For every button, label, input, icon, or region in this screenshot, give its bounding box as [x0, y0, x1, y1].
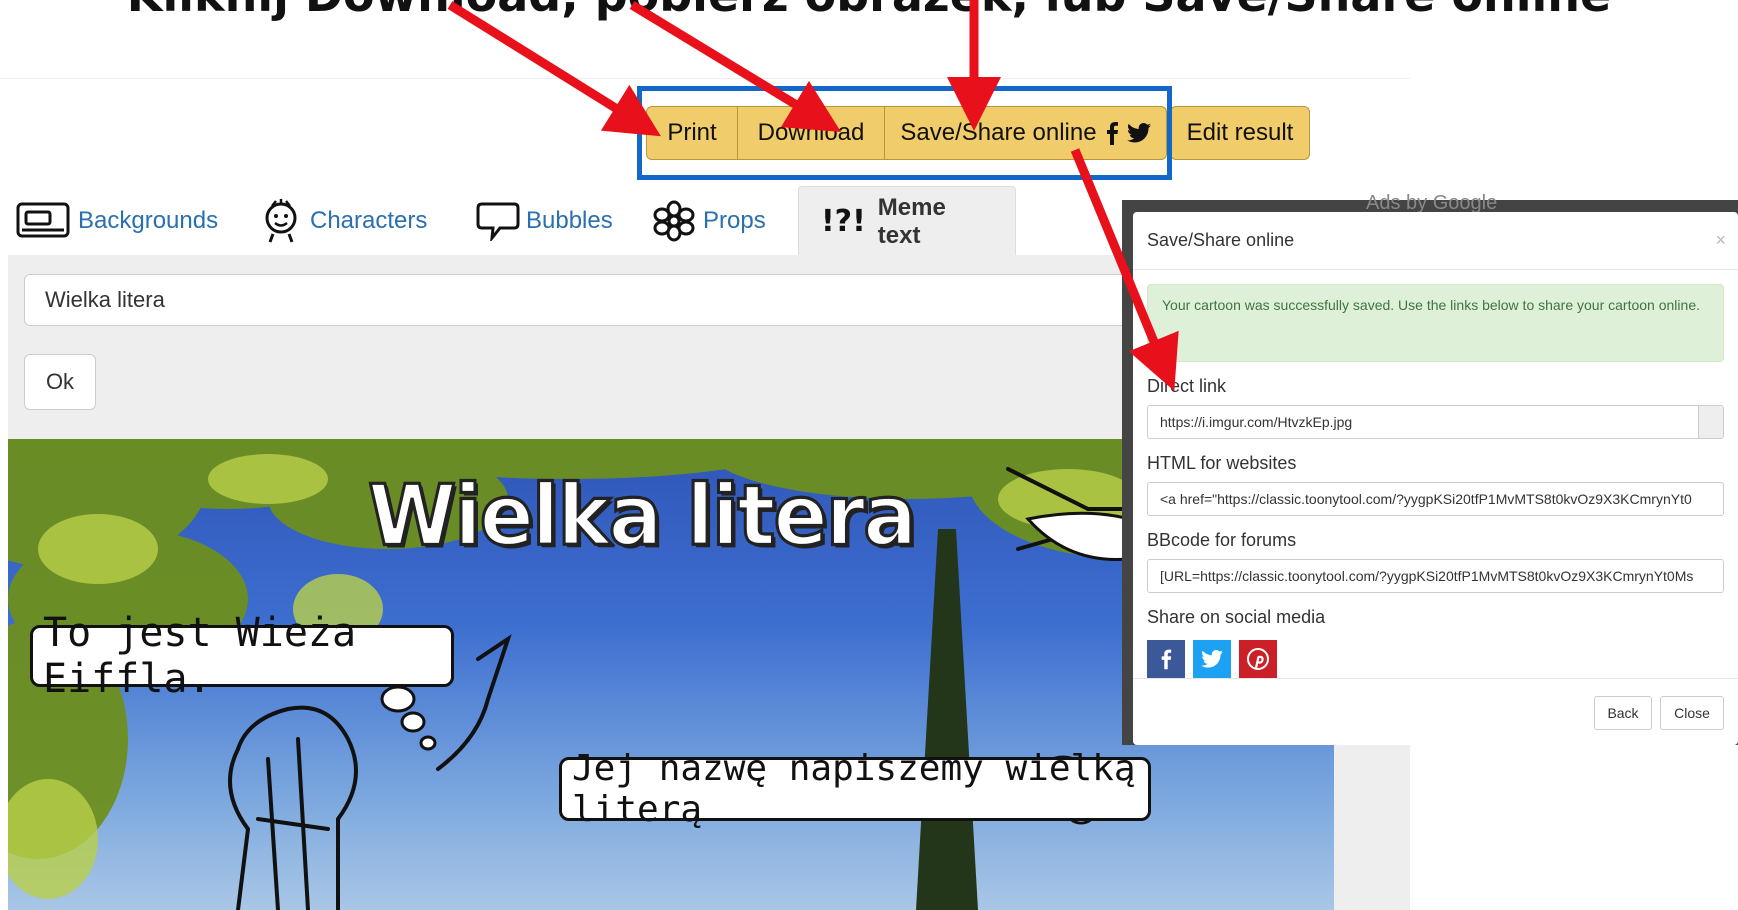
- instruction-caption: Kliknij Download, pobierz obrazek, lub S…: [0, 0, 1738, 22]
- facebook-icon: [1161, 649, 1172, 670]
- tab-label: Meme text: [877, 193, 946, 249]
- exclamation-icon: !?!: [821, 204, 866, 239]
- meme-title-text: Wielka litera: [366, 465, 918, 566]
- modal-header: Save/Share online ×: [1133, 212, 1738, 270]
- social-label: Share on social media: [1147, 607, 1326, 627]
- pinterest-icon: [1247, 648, 1269, 670]
- direct-link-label: Direct link: [1147, 376, 1227, 396]
- tab-meme-text[interactable]: !?! Meme text: [798, 186, 1016, 256]
- tab-backgrounds[interactable]: Backgrounds: [16, 186, 218, 256]
- close-button[interactable]: Close: [1660, 696, 1724, 730]
- background-icon: [16, 202, 72, 240]
- modal-footer: Back Close: [1133, 678, 1738, 745]
- tab-bubbles[interactable]: Bubbles: [476, 186, 613, 256]
- back-button[interactable]: Back: [1594, 696, 1652, 730]
- facebook-share-button[interactable]: [1147, 640, 1185, 678]
- tab-label: Characters: [310, 207, 428, 234]
- ok-button[interactable]: Ok: [24, 354, 96, 410]
- success-alert: Your cartoon was successfully saved. Use…: [1147, 284, 1724, 362]
- character-icon: [258, 198, 304, 244]
- direct-link-value: https://i.imgur.com/HtvzkEp.jpg: [1160, 414, 1353, 430]
- speech-bubble-2[interactable]: Jej nazwę napiszemy wielką literą: [559, 748, 1151, 830]
- modal-title: Save/Share online: [1147, 230, 1295, 250]
- twitter-share-button[interactable]: [1193, 640, 1231, 678]
- edit-result-button[interactable]: Edit result: [1170, 106, 1310, 160]
- divider: [0, 78, 1410, 79]
- save-share-modal: Save/Share online × Your cartoon was suc…: [1133, 212, 1738, 745]
- tab-label: Bubbles: [526, 207, 613, 234]
- highlight-frame: [637, 86, 1172, 180]
- tab-props[interactable]: Props: [651, 186, 766, 256]
- direct-link-field[interactable]: https://i.imgur.com/HtvzkEp.jpg: [1147, 405, 1724, 439]
- speech-bubble-1[interactable]: To jest Wieża Eiffla.: [30, 610, 454, 702]
- bubble-icon: [476, 201, 520, 241]
- twitter-icon: [1201, 650, 1223, 668]
- social-buttons: [1147, 640, 1724, 678]
- tab-label: Backgrounds: [78, 207, 219, 234]
- flower-icon: [651, 200, 697, 242]
- copy-addon[interactable]: [1698, 406, 1723, 438]
- tab-label: Props: [703, 207, 766, 234]
- close-icon[interactable]: ×: [1715, 230, 1726, 251]
- bbcode-label: BBcode for forums: [1147, 530, 1297, 550]
- html-field[interactable]: <a href="https://classic.toonytool.com/?…: [1147, 482, 1724, 516]
- bbcode-field[interactable]: [URL=https://classic.toonytool.com/?yygp…: [1147, 559, 1724, 593]
- arrow-to-print: [447, 1, 661, 137]
- pinterest-share-button[interactable]: [1239, 640, 1277, 678]
- html-label: HTML for websites: [1147, 453, 1297, 473]
- tab-characters[interactable]: Characters: [258, 186, 427, 256]
